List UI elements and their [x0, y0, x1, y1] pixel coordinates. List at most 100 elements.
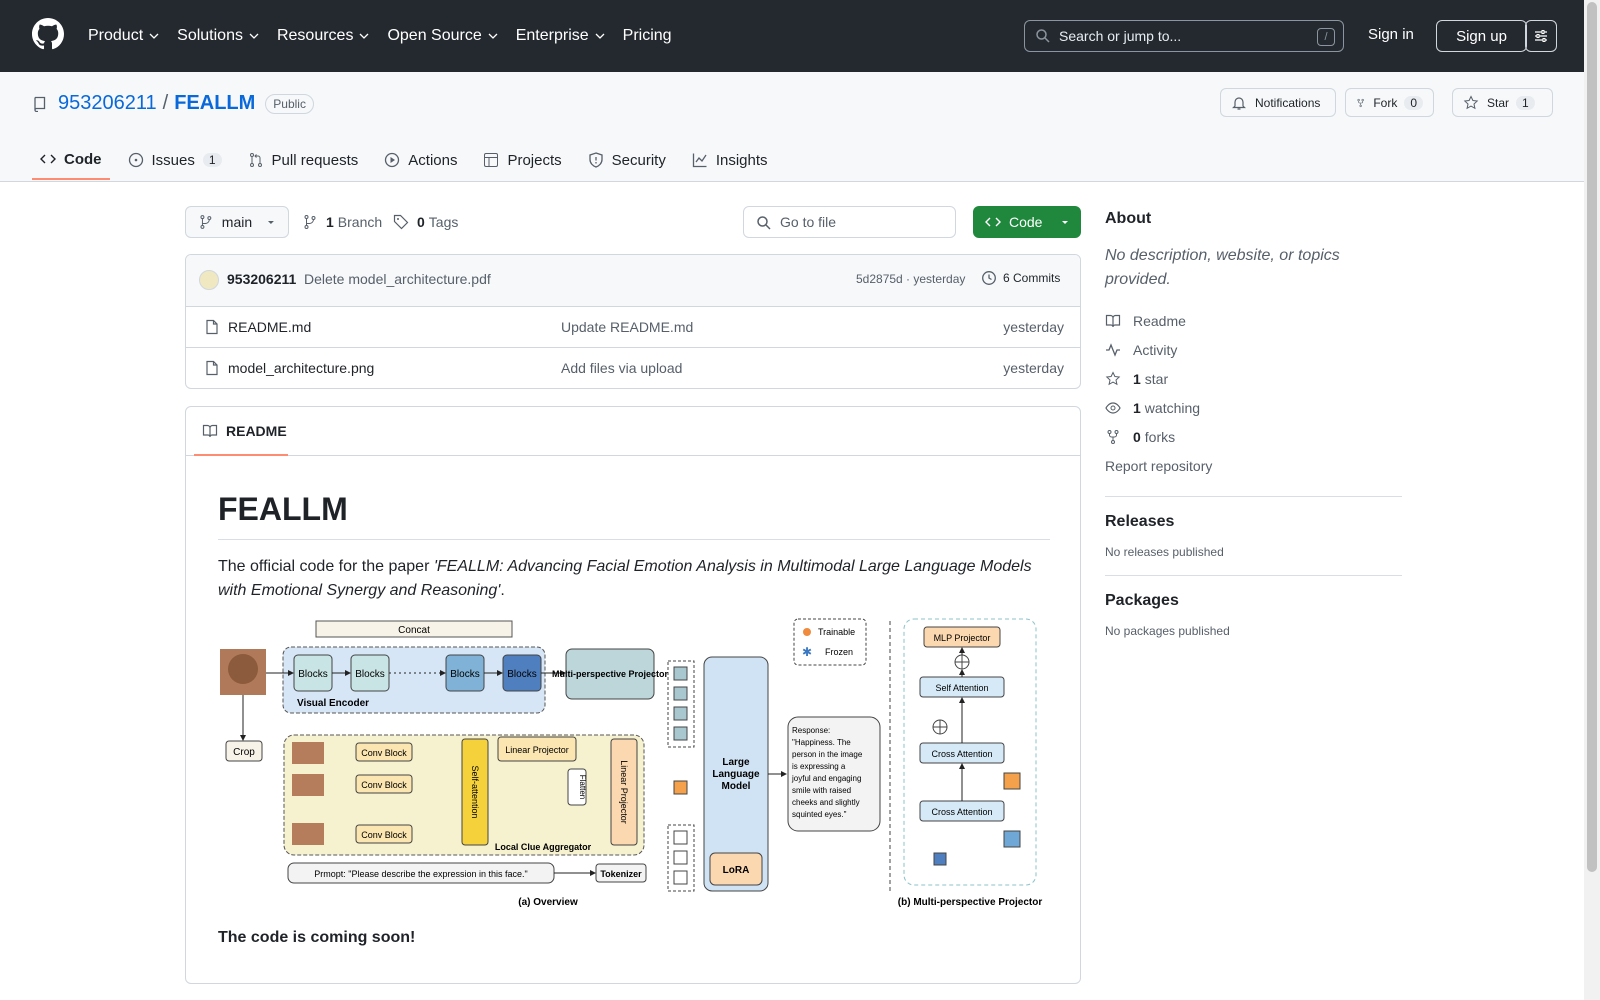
fork-button[interactable]: Fork 0	[1345, 88, 1434, 117]
signup-button[interactable]: Sign up	[1436, 20, 1527, 52]
watching-link[interactable]: 1 watching	[1105, 393, 1402, 422]
file-name-link[interactable]: README.md	[228, 319, 311, 335]
response-line: squinted eyes."	[792, 810, 847, 819]
coming-soon-text: The code is coming soon!	[218, 929, 416, 946]
signin-link[interactable]: Sign in	[1368, 26, 1414, 43]
global-header: Product Solutions Resources Open Source …	[0, 0, 1600, 72]
token	[673, 850, 688, 865]
search-icon	[1036, 29, 1050, 43]
block-label: Blocks	[450, 669, 479, 680]
face-crop	[292, 774, 324, 796]
branch-icon	[304, 215, 316, 229]
code-icon	[985, 217, 1001, 227]
triangle-down-icon	[268, 221, 275, 224]
tab-pull-requests[interactable]: Pull requests	[240, 140, 367, 180]
commit-hash-time[interactable]: 5d2875d · yesterday	[856, 272, 965, 286]
search-icon	[757, 216, 771, 230]
response-line: Response:	[792, 726, 830, 735]
file-row[interactable]: README.md Update README.md yesterday	[186, 307, 1080, 348]
response-line: smile with raised	[792, 786, 851, 795]
avatar[interactable]	[199, 270, 219, 290]
code-icon	[40, 154, 56, 164]
file-row[interactable]: model_architecture.png Add files via upl…	[186, 348, 1080, 388]
nav-solutions[interactable]: Solutions	[177, 22, 259, 50]
commit-author-link[interactable]: 953206211	[227, 271, 296, 287]
releases-text: No releases published	[1105, 545, 1224, 559]
file-listing: 953206211 Delete model_architecture.pdf …	[185, 254, 1081, 389]
history-icon	[982, 271, 996, 285]
scrollbar-thumb[interactable]	[1587, 2, 1597, 872]
chevron-down-icon	[149, 33, 159, 39]
readme-title: FEALLM	[218, 491, 348, 527]
book-icon	[1105, 314, 1121, 327]
play-circle-icon	[385, 152, 400, 168]
forks-link[interactable]: 0 forks	[1105, 422, 1402, 451]
response-line: is expressing a	[792, 762, 846, 771]
file-time: yesterday	[1003, 360, 1064, 376]
tab-insights[interactable]: Insights	[684, 140, 776, 180]
commit-message-link[interactable]: Delete model_architecture.pdf	[304, 271, 491, 287]
response-line: joyful and engaging	[791, 774, 861, 783]
caption-mpp: (b) Multi-perspective Projector	[898, 897, 1043, 908]
block-label: Blocks	[507, 669, 536, 680]
mlp-projector-label: MLP Projector	[934, 633, 991, 643]
commits-link[interactable]: 6 Commits	[981, 270, 1060, 286]
report-repository-link[interactable]: Report repository	[1105, 451, 1402, 480]
prompt-label: Prmopt: "Please describe the expression …	[314, 869, 528, 879]
tab-security[interactable]: Security	[580, 140, 674, 180]
about-description: No description, website, or topics provi…	[1105, 247, 1340, 288]
llm-label: Language	[712, 769, 760, 780]
tags-link[interactable]: 0 Tags	[393, 214, 458, 230]
repo-title: 953206211 / FEALLM Public	[32, 92, 314, 115]
repo-name-link[interactable]: FEALLM	[174, 92, 255, 115]
packages-title[interactable]: Packages	[1105, 592, 1402, 610]
lca-label: Local Clue Aggregator	[495, 842, 592, 852]
response-line: "Happiness. The	[792, 738, 851, 747]
eye-icon	[1105, 401, 1121, 414]
readme-tab[interactable]: README	[194, 407, 288, 456]
branch-icon	[200, 215, 212, 229]
branches-link[interactable]: 1 Branch	[302, 214, 382, 230]
readme-link[interactable]: Readme	[1105, 306, 1402, 335]
issues-count: 1	[202, 153, 222, 167]
file-commit-message[interactable]: Add files via upload	[561, 360, 682, 376]
tab-code[interactable]: Code	[32, 140, 110, 180]
repo-owner-link[interactable]: 953206211	[58, 92, 157, 115]
tab-issues[interactable]: Issues 1	[120, 140, 230, 180]
menu-button[interactable]	[1525, 20, 1557, 52]
fire-icon	[803, 628, 811, 636]
conv-block-label: Conv Block	[361, 830, 407, 840]
chevron-down-icon	[359, 33, 369, 39]
notifications-button[interactable]: Notifications	[1220, 88, 1336, 117]
star-button[interactable]: Star 1	[1452, 88, 1553, 117]
go-to-file-input[interactable]: Go to file	[743, 206, 956, 238]
tab-actions[interactable]: Actions	[376, 140, 465, 180]
token	[673, 666, 688, 681]
branch-selector[interactable]: main	[185, 206, 289, 238]
token	[673, 830, 688, 845]
face-crop	[292, 823, 324, 845]
cross-attention-label: Cross Attention	[931, 749, 992, 759]
github-logo-icon[interactable]	[32, 18, 64, 50]
nav-resources[interactable]: Resources	[277, 22, 369, 50]
scrollbar[interactable]	[1584, 0, 1600, 1000]
shortcut-badge: /	[1317, 28, 1335, 46]
tab-projects[interactable]: Projects	[475, 140, 569, 180]
code-dropdown-button[interactable]: Code	[973, 206, 1081, 238]
file-commit-message[interactable]: Update README.md	[561, 319, 693, 335]
bell-icon	[1232, 96, 1246, 110]
nav-enterprise[interactable]: Enterprise	[516, 22, 605, 50]
file-name-link[interactable]: model_architecture.png	[228, 360, 374, 376]
nav-product[interactable]: Product	[88, 22, 159, 50]
nav-open-source[interactable]: Open Source	[387, 22, 498, 50]
releases-title[interactable]: Releases	[1105, 513, 1402, 531]
readme-tab-bar: README	[186, 407, 1080, 456]
stars-link[interactable]: 1 star	[1105, 364, 1402, 393]
shield-icon	[589, 152, 603, 168]
latest-commit-row: 953206211 Delete model_architecture.pdf …	[186, 255, 1080, 307]
activity-link[interactable]: Activity	[1105, 335, 1402, 364]
nav-pricing[interactable]: Pricing	[623, 22, 672, 50]
linear-projector-label: Linear Projector	[619, 760, 629, 824]
table-icon	[484, 153, 499, 167]
search-input[interactable]: Search or jump to... /	[1024, 20, 1344, 52]
